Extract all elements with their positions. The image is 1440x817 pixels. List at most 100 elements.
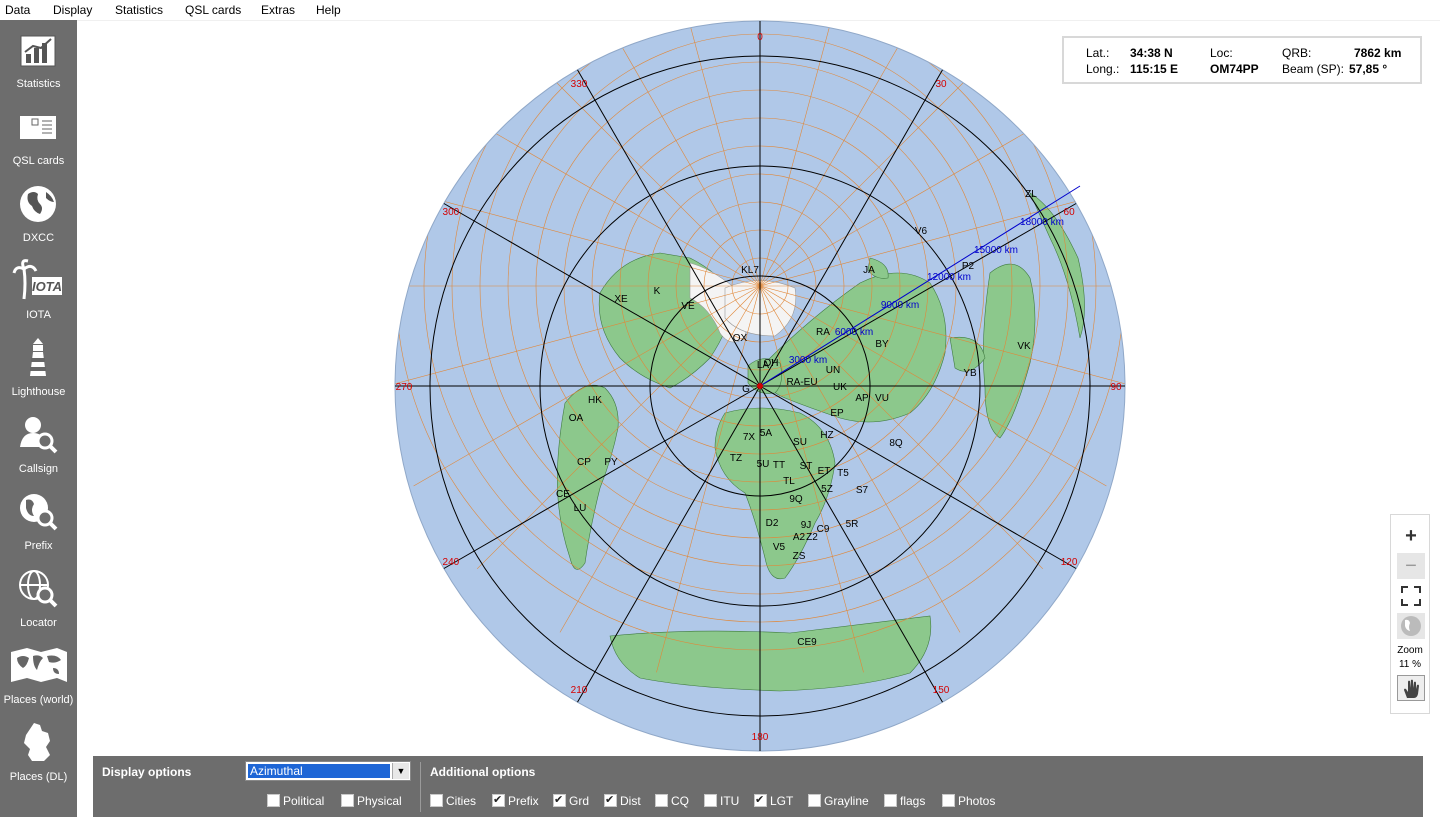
azimuthal-map[interactable]: 0 30 60 90 120 150 180 210 240 270 300 330 3000 km 6… <box>390 18 1130 758</box>
checkbox-box[interactable] <box>553 793 566 807</box>
prefix-label: C9 <box>817 524 830 535</box>
prefix-search-icon <box>20 494 58 531</box>
prefix-label: A2 <box>793 532 806 543</box>
checkbox-label: Prefix <box>508 794 539 808</box>
beam-label: Beam (SP): <box>1282 62 1345 76</box>
checkbox-box[interactable] <box>704 794 717 807</box>
prefix-label: K <box>654 286 661 297</box>
prefix-label: V6 <box>915 226 928 237</box>
sidebar-label: Places (DL) <box>9 771 68 783</box>
sidebar-label: Callsign <box>18 463 59 475</box>
prefix-label: ZS <box>793 551 806 562</box>
prefix-label: TL <box>783 476 795 487</box>
sidebar-item-lighthouse[interactable]: Lighthouse <box>0 328 77 405</box>
zoom-value: 11 % <box>1398 659 1422 670</box>
sidebar-item-dxcc[interactable]: DXCC <box>0 174 77 251</box>
distance-label: 6000 km <box>835 327 873 338</box>
sidebar-label: Places (world) <box>3 694 74 706</box>
sidebar-item-statistics[interactable]: Statistics <box>0 20 77 97</box>
sidebar-item-places-dl[interactable]: Places (DL) <box>0 713 77 790</box>
prefix-label: XE <box>614 294 628 305</box>
distance-label: 15000 km <box>974 245 1018 256</box>
prefix-label: 9J <box>801 520 812 531</box>
qrb-value: 7862 km <box>1354 46 1402 60</box>
checkbox-box[interactable] <box>267 794 280 807</box>
prefix-label: JA <box>863 265 875 276</box>
sidebar: Statistics QSL cards DXCC IOTA IOTA Ligh… <box>0 20 77 817</box>
fullscreen-icon <box>1401 586 1421 606</box>
azimuth-label: 30 <box>935 79 947 90</box>
checkbox-label: LGT <box>770 794 794 808</box>
chevron-down-icon[interactable]: ▼ <box>392 763 409 779</box>
prefix-label: VK <box>1017 341 1031 352</box>
azimuth-label: 270 <box>396 382 413 393</box>
sidebar-item-qsl-cards[interactable]: QSL cards <box>0 97 77 174</box>
prefix-label: HZ <box>820 430 833 441</box>
prefix-label: PY <box>604 457 618 468</box>
azimuth-label: 120 <box>1061 557 1078 568</box>
menu-display[interactable]: Display <box>53 3 92 17</box>
zoom-panel: + − Zoom 11 % <box>1390 514 1430 714</box>
qrb-label: QRB: <box>1282 46 1312 60</box>
checkbox-box[interactable] <box>942 794 955 807</box>
checkbox-label: CQ <box>671 794 689 808</box>
sidebar-item-locator[interactable]: Locator <box>0 559 77 636</box>
checkbox-label: Grayline <box>824 794 869 808</box>
zoom-out-button[interactable]: − <box>1397 553 1425 579</box>
globe-icon <box>1401 616 1421 636</box>
germany-map-icon <box>24 723 50 761</box>
prefix-label: VU <box>875 393 889 404</box>
menu-statistics[interactable]: Statistics <box>115 3 163 17</box>
additional-options-label: Additional options <box>430 765 536 779</box>
checkbox-box[interactable] <box>492 793 505 807</box>
prefix-label: VE <box>681 301 695 312</box>
prefix-label: 9Q <box>789 494 803 505</box>
sidebar-item-prefix[interactable]: Prefix <box>0 482 77 559</box>
prefix-label: LA <box>757 360 770 371</box>
menu-help[interactable]: Help <box>316 3 341 17</box>
azimuth-label: 210 <box>571 685 588 696</box>
prefix-label: RA-EU <box>786 377 817 388</box>
beam-value: 57,85 ° <box>1349 62 1388 76</box>
prefix-label: 7X <box>743 432 756 443</box>
prefix-label: BY <box>875 339 889 350</box>
menu-qsl-cards[interactable]: QSL cards <box>185 3 241 17</box>
prefix-label: ST <box>800 461 813 472</box>
map-canvas[interactable]: 0306090120150180210240270300330 3000 km6… <box>390 18 1130 758</box>
iota-palm-icon: IOTA <box>12 259 62 300</box>
prefix-label: TZ <box>730 453 742 464</box>
checkbox-box[interactable] <box>884 794 897 807</box>
sidebar-item-places-world[interactable]: Places (world) <box>0 636 77 713</box>
checkbox-box[interactable] <box>604 793 617 807</box>
prefix-label: YB <box>963 368 977 379</box>
checkbox-box[interactable] <box>430 794 443 807</box>
checkbox-box[interactable] <box>808 794 821 807</box>
menu-extras[interactable]: Extras <box>261 3 295 17</box>
checkbox-box[interactable] <box>655 794 668 807</box>
sidebar-label: Lighthouse <box>11 386 66 398</box>
menu-data[interactable]: Data <box>5 3 30 17</box>
options-divider <box>420 762 421 812</box>
checkbox-box[interactable] <box>754 793 767 807</box>
checkbox-box[interactable] <box>341 794 354 807</box>
zoom-in-button[interactable]: + <box>1397 523 1425 549</box>
lat-label: Lat.: <box>1086 46 1110 60</box>
statistics-icon <box>20 35 56 67</box>
sidebar-label: DXCC <box>22 232 55 244</box>
prefix-label: 5Z <box>821 484 833 495</box>
home-qth-marker <box>757 383 763 389</box>
sidebar-label: Statistics <box>16 78 61 90</box>
sidebar-label: Prefix <box>24 540 53 552</box>
fit-screen-button[interactable] <box>1397 583 1425 609</box>
sidebar-item-iota[interactable]: IOTA IOTA <box>0 251 77 328</box>
sidebar-item-callsign[interactable]: Callsign <box>0 405 77 482</box>
globe-view-button[interactable] <box>1397 613 1425 639</box>
prefix-label: RA <box>816 327 830 338</box>
projection-select[interactable]: Azimuthal ▼ <box>245 761 411 781</box>
prefix-label: CP <box>577 457 591 468</box>
pan-mode-button[interactable] <box>1397 675 1425 701</box>
loc-value: OM74PP <box>1210 62 1259 76</box>
checkbox-label: Political <box>283 794 325 808</box>
prefix-label: UK <box>833 382 847 393</box>
position-info-box: Lat.: 34:38 N Long.: 115:15 E Loc: OM74P… <box>1062 36 1422 84</box>
